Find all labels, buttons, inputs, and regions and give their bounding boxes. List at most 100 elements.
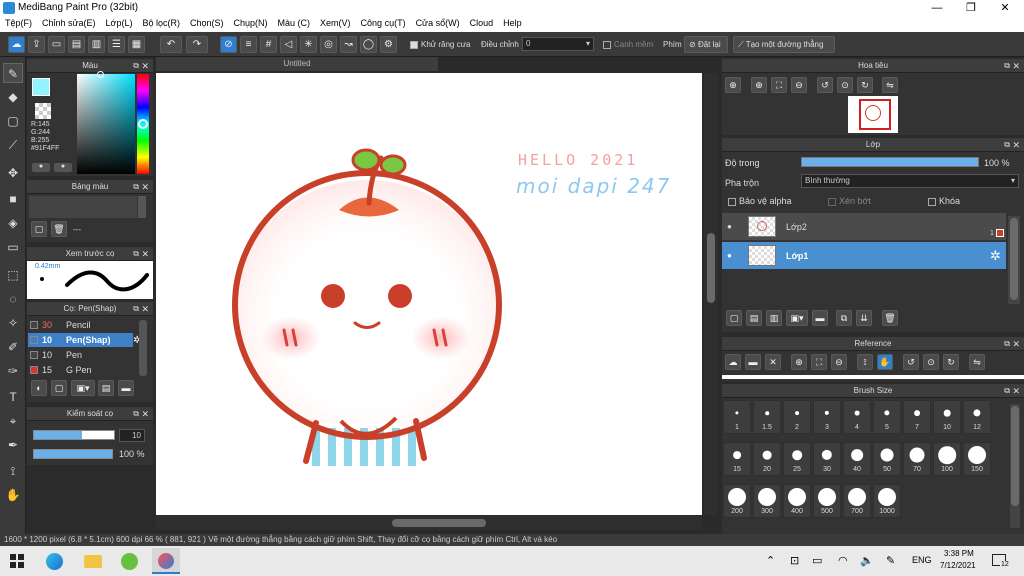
eyedropper-icon[interactable]: ⟟ — [857, 354, 873, 370]
new-layer-icon[interactable]: ▢ — [726, 310, 742, 326]
comment-icon[interactable]: ▭ — [48, 36, 65, 53]
layer-folder-icon[interactable]: ▬ — [812, 310, 828, 326]
line-tool-icon[interactable]: ⟋ — [3, 135, 23, 155]
palette-scrollbar[interactable] — [138, 196, 146, 218]
chevron-up-icon[interactable]: ⌃ — [766, 554, 775, 567]
snap-off-icon[interactable]: ⊘ — [220, 36, 237, 53]
close-icon[interactable]: ✕ — [1012, 138, 1020, 152]
menu-view[interactable]: Xem(V) — [315, 16, 356, 30]
add-layer-menu-icon[interactable]: ▣▾ — [786, 310, 808, 326]
blend-mode-dropdown[interactable]: Bình thường ▾ — [801, 174, 1019, 188]
eyedropper-tool-icon[interactable]: ⟟ — [3, 461, 23, 481]
snap-cross-icon[interactable]: # — [260, 36, 277, 53]
brush-size-input[interactable]: 10 — [119, 429, 145, 442]
cloud-open-icon[interactable]: ☁ — [725, 354, 741, 370]
magic-wand-tool-icon[interactable]: ✧ — [3, 313, 23, 333]
pen-icon[interactable]: ✎ — [886, 554, 895, 567]
menu-file[interactable]: Tệp(F) — [0, 16, 37, 30]
scroll-thumb[interactable] — [707, 233, 715, 303]
brush-size-cell[interactable]: 400 — [783, 484, 811, 518]
brush-size-cell[interactable]: 4 — [843, 400, 871, 434]
brush-size-cell[interactable]: 20 — [753, 442, 781, 476]
brush-size-cell[interactable]: 2 — [783, 400, 811, 434]
brush-size-cell[interactable]: 40 — [843, 442, 871, 476]
menu-select[interactable]: Chọn(S) — [185, 16, 229, 30]
hue-slider-handle[interactable] — [138, 119, 148, 129]
document-tab[interactable]: Untitled — [156, 57, 438, 71]
language-indicator[interactable]: ENG — [912, 555, 932, 565]
maximize-button[interactable]: ❐ — [954, 0, 988, 16]
menu-cloud[interactable]: Cloud — [465, 16, 499, 30]
volume-icon[interactable]: 🔈 — [860, 554, 874, 567]
hue-slider[interactable] — [137, 74, 149, 174]
brush-size-cell[interactable]: 3 — [813, 400, 841, 434]
brush-size-cell[interactable]: 1000 — [873, 484, 901, 518]
pin-icon[interactable]: ⧉ — [1004, 384, 1010, 398]
eraser-tool-icon[interactable]: ◆ — [3, 87, 23, 107]
close-icon[interactable]: ✕ — [141, 59, 149, 73]
rect-select-tool-icon[interactable]: ▢ — [3, 111, 23, 131]
pin-icon[interactable]: ⧉ — [133, 59, 139, 73]
brush-size-cell[interactable]: 12 — [963, 400, 991, 434]
transparent-swatch[interactable] — [35, 103, 51, 119]
brush-item[interactable]: 10 Pen — [28, 348, 133, 362]
brush-size-slider[interactable] — [33, 430, 115, 440]
reset-rotate-icon[interactable]: ⊙ — [923, 354, 939, 370]
brush-load-icon[interactable]: ◐ — [31, 380, 47, 396]
undo-button[interactable]: ↶ — [160, 36, 182, 53]
move-tool-icon[interactable]: ✥ — [3, 163, 23, 183]
foreground-color-swatch[interactable] — [32, 78, 50, 96]
snap-radial-icon[interactable]: ✳ — [300, 36, 317, 53]
flip-icon[interactable]: ⇋ — [882, 77, 898, 93]
rotate-left-icon[interactable]: ↺ — [903, 354, 919, 370]
new-palette-icon[interactable]: ▢ — [31, 221, 47, 237]
brush-size-cell[interactable]: 500 — [813, 484, 841, 518]
fill-rect-tool-icon[interactable]: ■ — [3, 189, 23, 209]
layer-row[interactable]: ● Lớp1 ✲ — [722, 242, 1006, 270]
zoom-in-icon[interactable]: ⊕ — [791, 354, 807, 370]
brush-add-icon[interactable]: ▣▾ — [71, 380, 95, 396]
flip-icon[interactable]: ⇋ — [969, 354, 985, 370]
close-icon[interactable]: ✕ — [141, 302, 149, 316]
blur-tool-icon[interactable]: ✒ — [3, 435, 23, 455]
brush-size-cell[interactable]: 30 — [813, 442, 841, 476]
meet-icon[interactable]: ⊡ — [790, 554, 799, 567]
clock-date[interactable]: 7/12/2021 — [940, 561, 976, 570]
snap-curve-icon[interactable]: ↝ — [340, 36, 357, 53]
pin-icon[interactable]: ⧉ — [133, 302, 139, 316]
open-folder-icon[interactable]: ▬ — [745, 354, 761, 370]
edge-browser-icon[interactable] — [46, 553, 63, 570]
gradient-tool-icon[interactable]: ▭ — [3, 237, 23, 257]
select-eraser-tool-icon[interactable]: ✑ — [3, 361, 23, 381]
grid-icon[interactable]: ▦ — [128, 36, 145, 53]
adjust-dropdown[interactable]: 0 ▾ — [522, 37, 594, 51]
snap-settings-icon[interactable]: ⚙ — [380, 36, 397, 53]
brush-size-cell[interactable]: 300 — [753, 484, 781, 518]
zoom-in-alt-icon[interactable]: ⊕ — [751, 77, 767, 93]
snap-vanish-icon[interactable]: ◁ — [280, 36, 297, 53]
menu-help[interactable]: Help — [498, 16, 527, 30]
zoom-out-icon[interactable]: ⊖ — [831, 354, 847, 370]
horizontal-scrollbar[interactable] — [156, 516, 702, 530]
close-ref-icon[interactable]: ✕ — [765, 354, 781, 370]
scroll-thumb[interactable] — [392, 519, 486, 527]
brush-folder-icon[interactable]: ▬ — [118, 380, 134, 396]
layer-opacity-slider[interactable] — [801, 157, 979, 167]
close-icon[interactable]: ✕ — [141, 247, 149, 261]
file-explorer-icon[interactable] — [84, 555, 102, 568]
minimize-button[interactable]: — — [920, 0, 954, 16]
menu-capture[interactable]: Chụp(N) — [229, 16, 273, 30]
windows-start-icon[interactable] — [10, 554, 24, 568]
battery-icon[interactable]: ▭ — [812, 554, 822, 567]
select-tool-icon[interactable]: ⬚ — [3, 265, 23, 285]
eye-icon[interactable]: ● — [727, 251, 732, 260]
bucket-tool-icon[interactable]: ◈ — [3, 213, 23, 233]
eyedropper-small-icon[interactable]: ● — [32, 163, 50, 172]
close-icon[interactable]: ✕ — [1012, 59, 1020, 73]
lock-checkbox[interactable]: Khóa — [928, 196, 960, 206]
cloud-icon[interactable]: ☁ — [8, 36, 25, 53]
brush-new-icon[interactable]: ▢ — [51, 380, 67, 396]
brush-size-cell[interactable]: 700 — [843, 484, 871, 518]
close-icon[interactable]: ✕ — [141, 180, 149, 194]
brush-size-cell[interactable]: 200 — [723, 484, 751, 518]
